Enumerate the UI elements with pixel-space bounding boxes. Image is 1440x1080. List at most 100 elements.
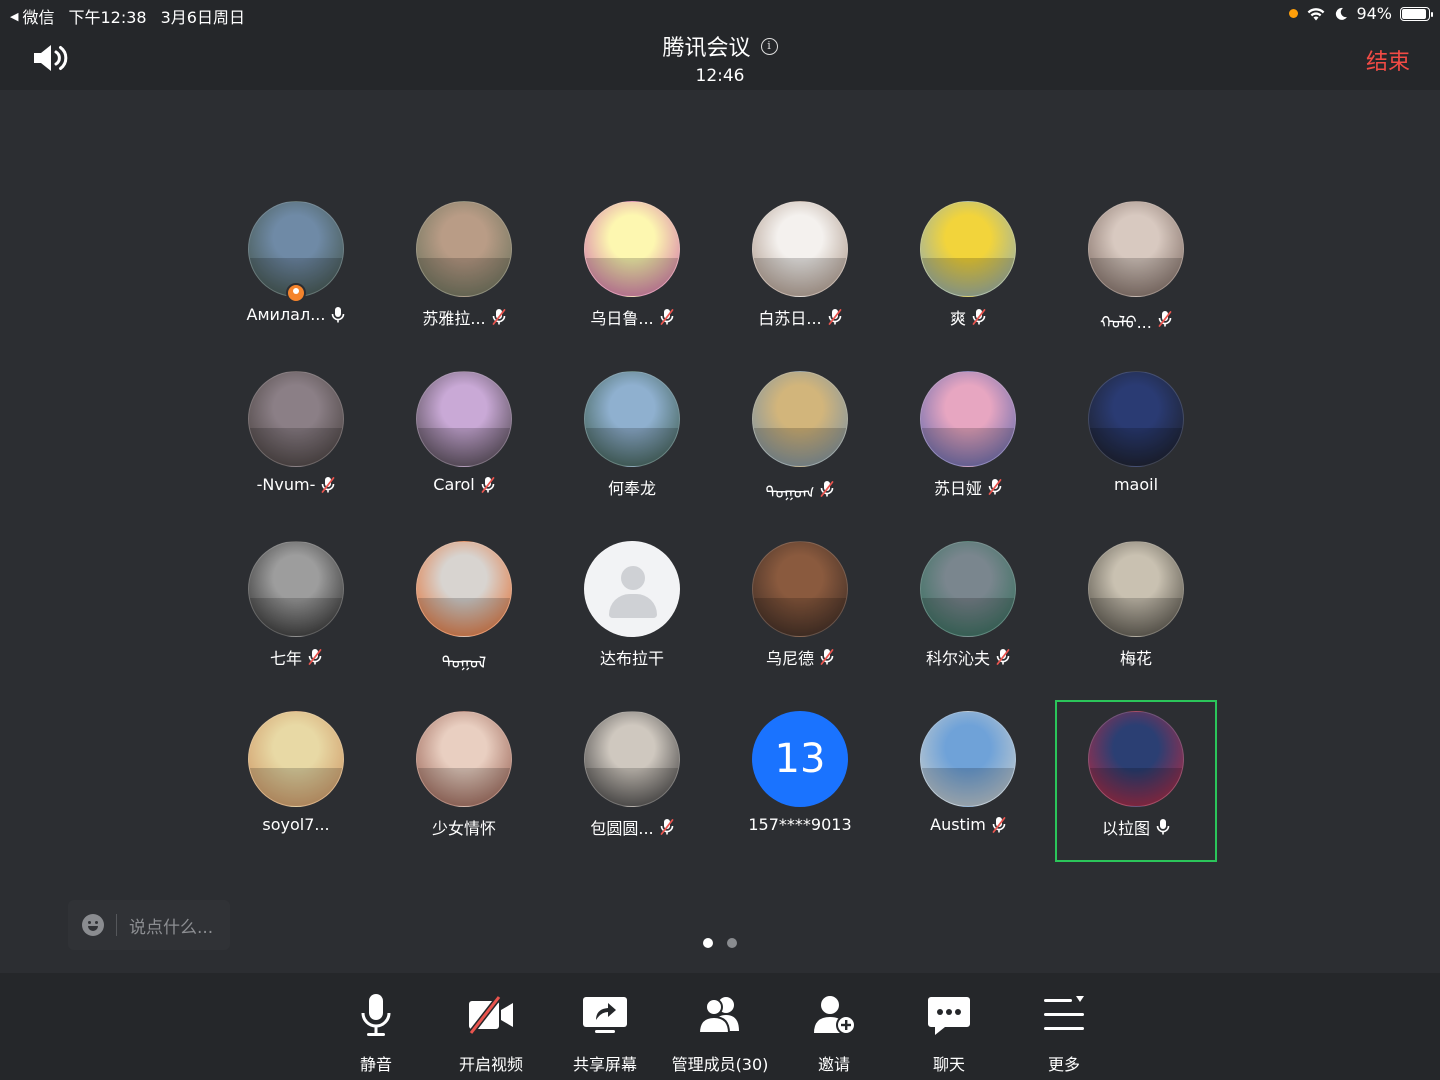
invite-label: 邀请 bbox=[817, 1055, 850, 1074]
mic-on-icon bbox=[332, 306, 345, 322]
participant-name: 以拉图 bbox=[1101, 819, 1150, 838]
avatar bbox=[1088, 371, 1184, 467]
emoji-icon[interactable] bbox=[82, 914, 104, 936]
avatar bbox=[248, 541, 344, 637]
chat-input[interactable]: 说点什么... bbox=[68, 900, 230, 950]
participant-name: Carol bbox=[433, 475, 475, 494]
avatar bbox=[920, 541, 1016, 637]
chat-button[interactable]: 聊天 bbox=[889, 991, 1009, 1075]
participant-name: 爽 bbox=[949, 309, 966, 328]
participant-tile[interactable]: ᠬᠣᠯᠣ... bbox=[1052, 195, 1220, 365]
status-bar: ◀ 微信 下午12:38 3月6日周日 94% bbox=[0, 0, 1440, 28]
meeting-duration: 12:46 bbox=[695, 66, 745, 86]
participant-name: 少女情怀 bbox=[431, 819, 496, 838]
avatar bbox=[584, 711, 680, 807]
battery-percent: 94% bbox=[1356, 4, 1392, 23]
participant-tile[interactable]: 科尔沁夫 bbox=[884, 535, 1052, 705]
participant-name: 何奉龙 bbox=[607, 479, 656, 498]
participant-name-row: 何奉龙 bbox=[608, 475, 656, 499]
share-screen-icon bbox=[583, 997, 627, 1033]
participant-tile[interactable]: 梅花 bbox=[1052, 535, 1220, 705]
status-date: 3月6日周日 bbox=[160, 8, 245, 27]
participant-tile[interactable]: ᠲᠣᠭᠣᠭ bbox=[716, 365, 884, 535]
participant-name-row: 达布拉干 bbox=[600, 645, 664, 669]
participant-name-row: 以拉图 bbox=[1102, 815, 1170, 839]
page-dot[interactable] bbox=[727, 938, 737, 948]
participant-name: 157****9013 bbox=[748, 815, 852, 834]
avatar bbox=[584, 371, 680, 467]
more-menu-icon bbox=[1044, 996, 1084, 1030]
mic-muted-icon bbox=[820, 649, 834, 665]
participant-tile[interactable]: 白苏日... bbox=[716, 195, 884, 365]
video-off-icon bbox=[468, 995, 513, 1035]
participant-name: soyol7... bbox=[262, 815, 330, 834]
manage-members-button[interactable]: 管理成员(30) bbox=[660, 991, 780, 1075]
participant-tile[interactable]: 苏日娅 bbox=[884, 365, 1052, 535]
mic-muted-icon bbox=[660, 819, 674, 835]
avatar bbox=[920, 371, 1016, 467]
meeting-title[interactable]: 腾讯会议 i bbox=[662, 30, 778, 62]
participant-tile[interactable]: 13 157****9013 bbox=[716, 705, 884, 875]
participant-tile[interactable]: 乌尼德 bbox=[716, 535, 884, 705]
mic-muted-icon bbox=[492, 309, 506, 325]
participant-name-row: 梅花 bbox=[1120, 645, 1152, 669]
back-to-app-link[interactable]: ◀ 微信 bbox=[10, 4, 54, 28]
participant-tile[interactable]: 乌日鲁... bbox=[548, 195, 716, 365]
participant-name: Austim bbox=[930, 815, 986, 834]
mic-muted-icon bbox=[660, 309, 674, 325]
mute-label: 静音 bbox=[359, 1055, 392, 1074]
participant-tile[interactable]: 苏雅拉... bbox=[380, 195, 548, 365]
page-indicator[interactable] bbox=[703, 938, 737, 948]
end-meeting-button[interactable]: 结束 bbox=[1366, 44, 1410, 76]
invite-button[interactable]: 邀请 bbox=[774, 991, 894, 1075]
avatar bbox=[1088, 201, 1184, 297]
participant-tile[interactable]: 达布拉干 bbox=[548, 535, 716, 705]
avatar bbox=[752, 201, 848, 297]
participant-tile[interactable]: soyol7... bbox=[212, 705, 380, 875]
participant-tile[interactable]: Амилал... bbox=[212, 195, 380, 365]
participant-name-row: 七年 bbox=[270, 645, 322, 669]
participant-tile[interactable]: ᠲᠣᠭᠣᠯ bbox=[380, 535, 548, 705]
participant-tile[interactable]: 七年 bbox=[212, 535, 380, 705]
participant-tile[interactable]: 包圆圆... bbox=[548, 705, 716, 875]
participant-name: ᠲᠣᠭᠣᠯ bbox=[441, 653, 487, 672]
avatar bbox=[920, 711, 1016, 807]
avatar bbox=[1088, 711, 1184, 807]
battery-icon bbox=[1400, 6, 1433, 21]
start-video-button[interactable]: 开启视频 bbox=[431, 991, 551, 1075]
participant-tile[interactable]: 以拉图 bbox=[1055, 700, 1217, 862]
mic-on-icon bbox=[1156, 819, 1170, 835]
mic-muted-icon bbox=[820, 481, 834, 497]
participant-name: -Nvum- bbox=[256, 475, 316, 494]
participant-name-row: ᠲᠣᠭᠣᠭ bbox=[766, 475, 835, 503]
participant-name-row: -Nvum- bbox=[257, 475, 336, 494]
participant-tile[interactable]: 少女情怀 bbox=[380, 705, 548, 875]
share-screen-button[interactable]: 共享屏幕 bbox=[545, 991, 665, 1075]
participant-name: Амилал... bbox=[246, 305, 326, 324]
participant-tile[interactable]: Austim bbox=[884, 705, 1052, 875]
participant-name-row: 白苏日... bbox=[758, 305, 842, 329]
participant-tile[interactable]: 爽 bbox=[884, 195, 1052, 365]
mute-button[interactable]: 静音 bbox=[316, 991, 436, 1075]
participant-name: maoil bbox=[1113, 475, 1159, 494]
participant-name-row: soyol7... bbox=[262, 815, 329, 834]
mic-muted-icon bbox=[321, 476, 335, 493]
participant-name-row: Austim bbox=[930, 815, 1006, 834]
chat-bubble-icon bbox=[928, 997, 970, 1035]
page-dot[interactable] bbox=[703, 938, 713, 948]
participant-tile[interactable]: maoil bbox=[1052, 365, 1220, 535]
participant-tile[interactable]: Carol bbox=[380, 365, 548, 535]
participant-name-row: 包圆圆... bbox=[590, 815, 674, 839]
participant-name-row: 少女情怀 bbox=[432, 815, 496, 839]
participant-tile[interactable]: 何奉龙 bbox=[548, 365, 716, 535]
wifi-icon bbox=[1308, 7, 1325, 20]
mic-muted-icon bbox=[996, 649, 1010, 665]
participant-name: 苏日娅 bbox=[933, 479, 982, 498]
info-icon[interactable]: i bbox=[760, 37, 778, 55]
participant-tile[interactable]: -Nvum- bbox=[212, 365, 380, 535]
avatar bbox=[416, 201, 512, 297]
participant-name: 乌尼德 bbox=[765, 649, 814, 668]
host-badge-icon bbox=[286, 283, 306, 303]
more-button[interactable]: 更多 bbox=[1004, 991, 1124, 1075]
participant-name-row: 苏雅拉... bbox=[422, 305, 506, 329]
